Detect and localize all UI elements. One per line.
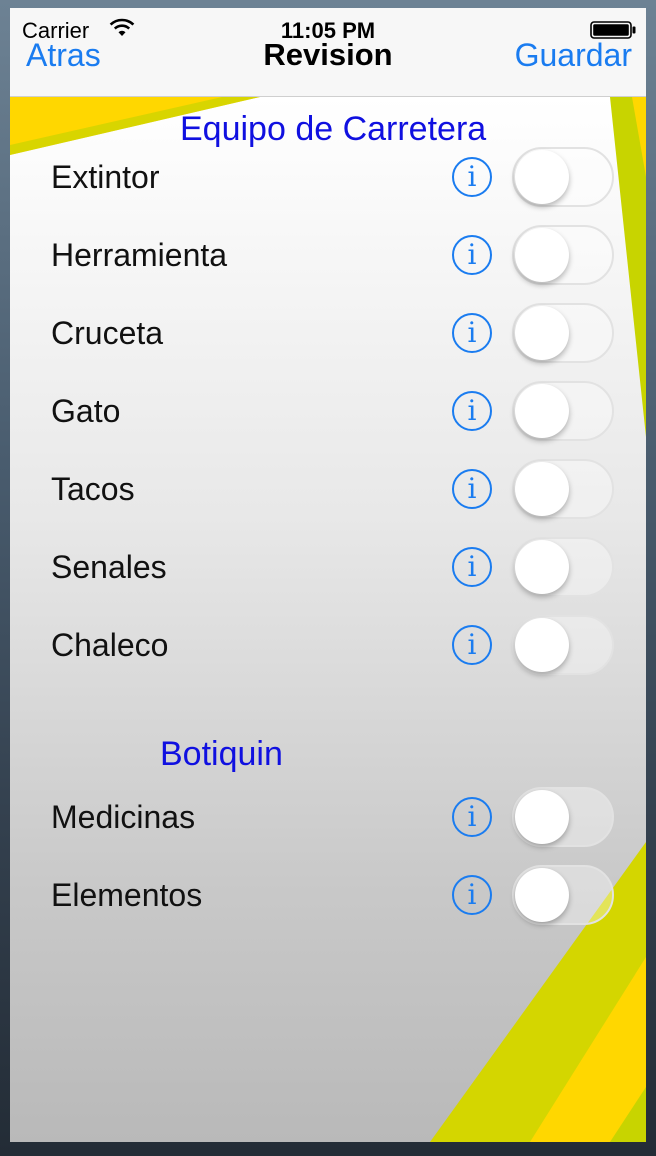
item-label-gato: Gato <box>51 393 121 429</box>
toggle-senales[interactable] <box>512 537 614 597</box>
info-icon[interactable]: i <box>452 797 492 837</box>
toggle-knob <box>515 462 569 516</box>
item-label-chaleco: Chaleco <box>51 627 169 663</box>
item-label-medicinas: Medicinas <box>51 799 196 835</box>
info-icon[interactable]: i <box>452 875 492 915</box>
info-icon[interactable]: i <box>452 469 492 509</box>
toggle-extintor[interactable] <box>512 147 614 207</box>
toggle-knob <box>515 790 569 844</box>
info-icon[interactable]: i <box>452 157 492 197</box>
toggle-knob <box>515 868 569 922</box>
toggle-chaleco[interactable] <box>512 615 614 675</box>
info-icon[interactable]: i <box>452 547 492 587</box>
toggle-medicinas[interactable] <box>512 787 614 847</box>
toggle-knob <box>515 228 569 282</box>
item-label-elementos: Elementos <box>51 877 203 913</box>
toggle-cruceta[interactable] <box>512 303 614 363</box>
toggle-knob <box>515 306 569 360</box>
toggle-herramienta[interactable] <box>512 225 614 285</box>
toggle-knob <box>515 618 569 672</box>
toggle-knob <box>515 540 569 594</box>
info-icon[interactable]: i <box>452 391 492 431</box>
checklist-content: Equipo de Carretera Extintor i Herramien… <box>10 97 646 1142</box>
item-label-herramienta: Herramienta <box>51 237 228 273</box>
item-label-extintor: Extintor <box>51 159 160 195</box>
info-icon[interactable]: i <box>452 235 492 275</box>
toggle-elementos[interactable] <box>512 865 614 925</box>
toggle-tacos[interactable] <box>512 459 614 519</box>
section-title-equipo: Equipo de Carretera <box>180 110 487 148</box>
toggle-knob <box>515 384 569 438</box>
navigation-bar: Carrier 11:05 PM Atras Revision Guardar <box>10 8 646 97</box>
toggle-gato[interactable] <box>512 381 614 441</box>
toggle-knob <box>515 150 569 204</box>
save-button[interactable]: Guardar <box>515 37 632 74</box>
info-icon[interactable]: i <box>452 625 492 665</box>
info-icon[interactable]: i <box>452 313 492 353</box>
section-title-botiquin: Botiquin <box>160 735 283 773</box>
item-label-senales: Senales <box>51 549 167 585</box>
item-label-tacos: Tacos <box>51 471 135 507</box>
item-label-cruceta: Cruceta <box>51 315 164 351</box>
